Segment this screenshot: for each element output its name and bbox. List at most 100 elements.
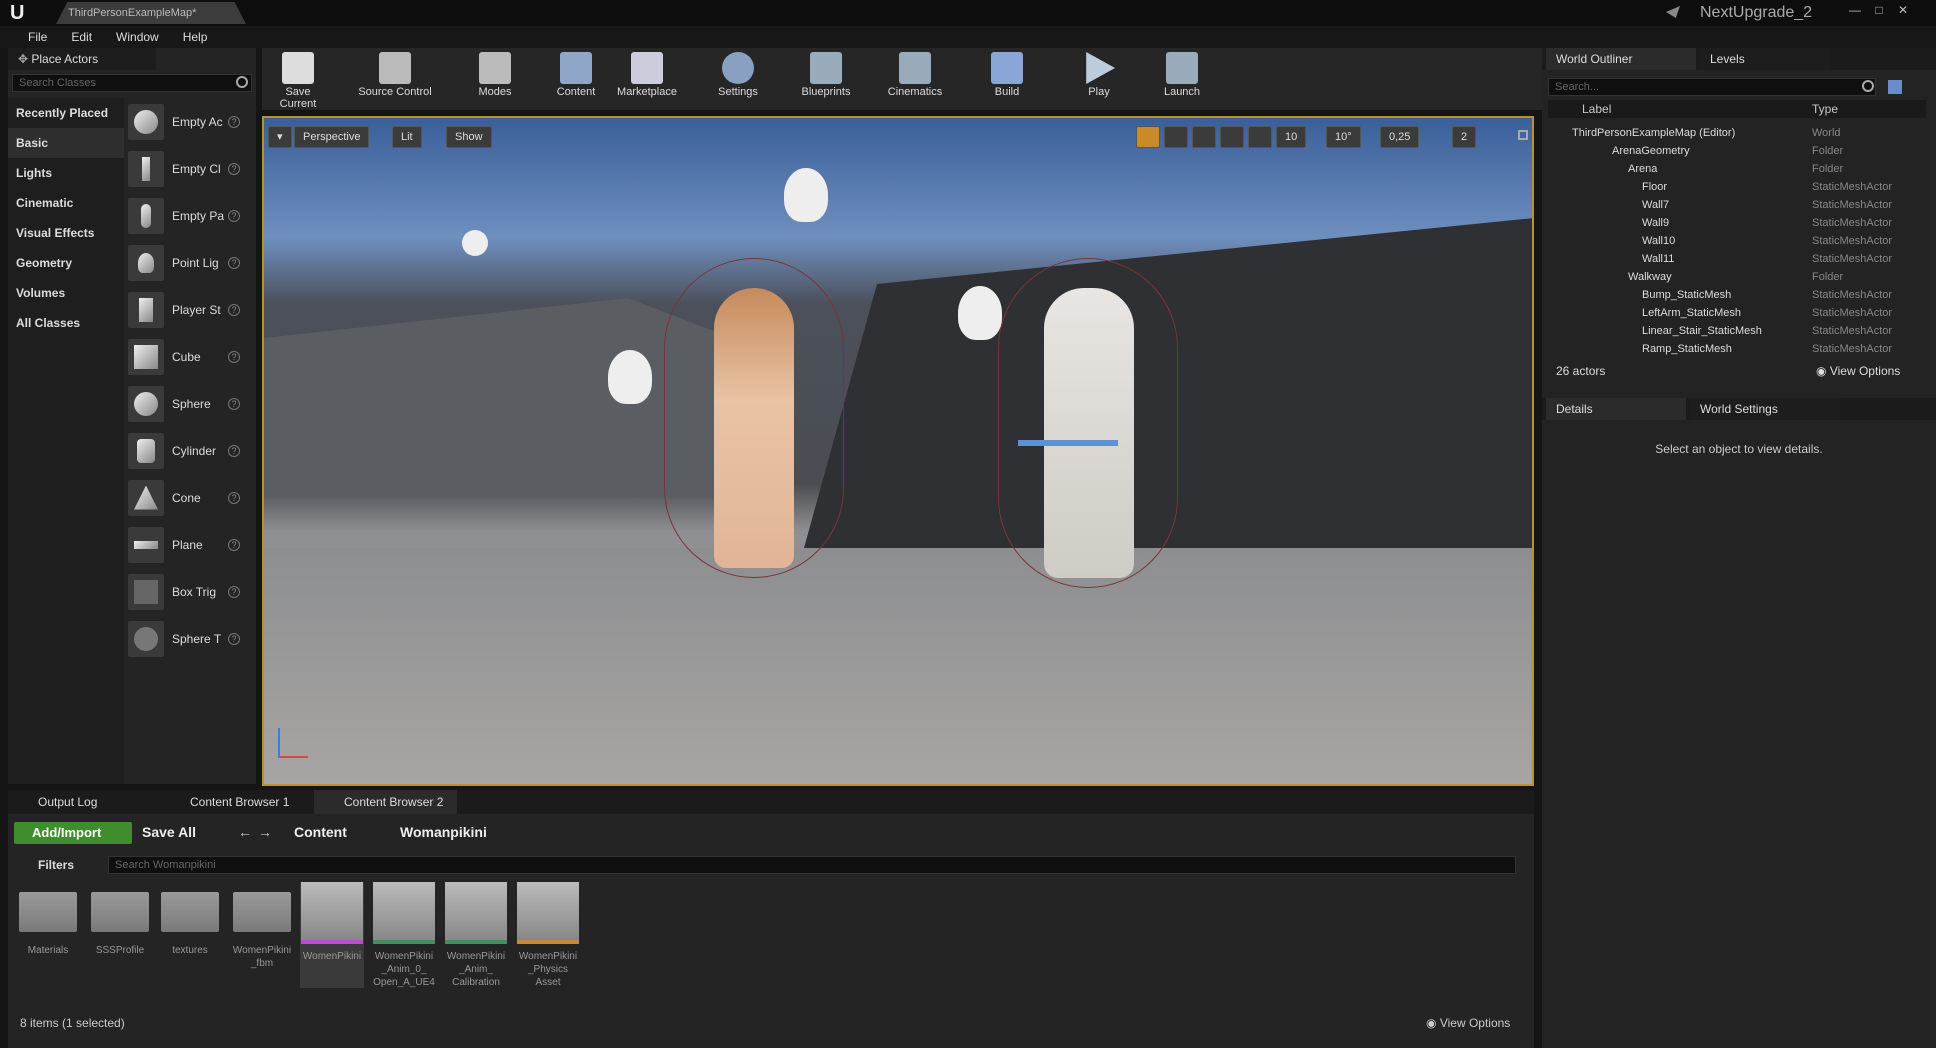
column-label[interactable]: Label [1582,102,1611,116]
asset-tile[interactable]: WomenPikini _Physics Asset [516,882,580,989]
asset-tile[interactable]: textures [158,882,222,957]
cinematics-button[interactable]: Cinematics [870,48,960,110]
woman-character[interactable] [714,288,794,568]
asset-tile[interactable]: WomenPikini _fbm [230,882,294,970]
surface-snap-icon[interactable] [1248,126,1272,148]
content-button[interactable]: Content [546,48,606,110]
maximize-icon[interactable]: □ [1868,2,1890,18]
actor-item[interactable]: Empty Cl? [128,145,256,192]
menu-help[interactable]: Help [171,26,220,48]
search-input[interactable]: Search Classes [12,74,252,92]
tab-content-browser-2[interactable]: Content Browser 2 [314,790,458,814]
tab-place-actors[interactable]: ✥ Place Actors [8,48,156,70]
actor-item[interactable]: Plane? [128,521,256,568]
menu-window[interactable]: Window [104,26,171,48]
outliner-row[interactable]: LeftArm_StaticMesh StaticMeshActor [1548,304,1926,322]
help-icon[interactable]: ? [228,444,240,457]
point-light-bulb-icon[interactable] [784,168,828,222]
actor-item[interactable]: Cylinder? [128,427,256,474]
help-icon[interactable]: ? [228,303,240,316]
asset-tile[interactable]: SSSProfile [88,882,152,957]
outliner-row[interactable]: Floor StaticMeshActor [1548,178,1926,196]
forward-icon[interactable]: → [258,824,272,840]
add-filter-icon[interactable] [1888,80,1902,94]
category-volumes[interactable]: Volumes [8,278,124,308]
outliner-row[interactable]: ArenaGeometry Folder [1548,142,1926,160]
point-light-bulb-icon[interactable] [608,350,652,404]
settings-button[interactable]: Settings [698,48,778,110]
asset-tile[interactable]: WomenPikini _Anim_0_ Open_A_UE4 [372,882,436,989]
build-button[interactable]: Build [972,48,1042,110]
category-all-classes[interactable]: All Classes [8,308,124,338]
content-view-options[interactable]: ◉ View Options [1426,1016,1510,1030]
camera-speed-value[interactable]: 2 [1452,126,1477,148]
column-type[interactable]: Type [1812,102,1838,116]
grid-snap-value[interactable]: 10 [1276,126,1307,148]
outliner-search-input[interactable]: Search... [1548,78,1876,96]
lit-button[interactable]: Lit [392,126,422,148]
help-icon[interactable]: ? [228,538,240,551]
tab-content-browser-1[interactable]: Content Browser 1 [160,790,303,814]
outliner-row[interactable]: Walkway Folder [1548,268,1926,286]
content-search-input[interactable]: Search Womanpikini [108,856,1516,874]
save-current-button[interactable]: Save Current [266,48,330,110]
category-visual-effects[interactable]: Visual Effects [8,218,124,248]
path-content[interactable]: Content [294,824,347,840]
help-icon[interactable]: ? [228,632,240,645]
feedback-icon[interactable] [1666,6,1680,18]
translate-icon[interactable] [1136,126,1160,148]
scale-snap-value[interactable]: 0,25 [1380,126,1420,148]
asset-tile[interactable]: WomenPikini _Anim_ Calibration [444,882,508,989]
tab-levels[interactable]: Levels [1700,48,1830,70]
actor-item[interactable]: Cube? [128,333,256,380]
asset-tile-selected[interactable]: WomenPikini [300,882,364,988]
category-lights[interactable]: Lights [8,158,124,188]
close-icon[interactable]: ✕ [1892,2,1914,18]
help-icon[interactable]: ? [228,209,240,222]
actor-item[interactable]: Cone? [128,474,256,521]
launch-button[interactable]: Launch [1142,48,1222,110]
minimize-icon[interactable]: — [1844,2,1866,18]
outliner-row[interactable]: Linear_Stair_StaticMesh StaticMeshActor [1548,322,1926,340]
help-icon[interactable]: ? [228,585,240,598]
blueprints-button[interactable]: Blueprints [786,48,866,110]
menu-file[interactable]: File [16,26,59,48]
outliner-row[interactable]: ThirdPersonExampleMap (Editor) World [1548,124,1926,142]
actor-item[interactable]: Sphere? [128,380,256,427]
mannequin-character[interactable] [1044,288,1134,578]
outliner-row[interactable]: Wall11 StaticMeshActor [1548,250,1926,268]
outliner-row[interactable]: Arena Folder [1548,160,1926,178]
outliner-row[interactable]: Ramp_StaticMesh StaticMeshActor [1548,340,1926,358]
outliner-row[interactable]: Wall7 StaticMeshActor [1548,196,1926,214]
point-light-bulb-icon[interactable] [958,286,1002,340]
category-recently-placed[interactable]: Recently Placed [8,98,124,128]
tab-world-settings[interactable]: World Settings [1690,398,1840,420]
outliner-row[interactable]: Bump_StaticMesh StaticMeshActor [1548,286,1926,304]
category-cinematic[interactable]: Cinematic [8,188,124,218]
path-womanpikini[interactable]: Womanpikini [400,824,487,840]
directional-light-icon[interactable] [462,230,488,256]
marketplace-button[interactable]: Marketplace [608,48,686,110]
outliner-row[interactable]: Wall9 StaticMeshActor [1548,214,1926,232]
level-viewport[interactable]: ▾ Perspective Lit Show 10 10° 0,25 2 [262,116,1534,786]
actor-item[interactable]: Player St? [128,286,256,333]
viewport-options-button[interactable]: ▾ [268,126,292,148]
menu-edit[interactable]: Edit [59,26,104,48]
outliner-row[interactable]: Wall10 StaticMeshActor [1548,232,1926,250]
play-button[interactable]: Play [1064,48,1134,110]
search-classes-field[interactable]: Search Classes [12,74,252,92]
show-button[interactable]: Show [446,126,492,148]
maximize-viewport-icon[interactable] [1518,130,1528,140]
modes-button[interactable]: Modes [460,48,530,110]
tab-details[interactable]: Details [1546,398,1686,420]
help-icon[interactable]: ? [228,491,240,504]
help-icon[interactable]: ? [228,256,240,269]
actor-item[interactable]: Empty Ac? [128,98,256,145]
rotate-icon[interactable] [1164,126,1188,148]
help-icon[interactable]: ? [228,162,240,175]
filters-button[interactable]: Filters [38,858,74,872]
perspective-button[interactable]: Perspective [294,126,370,148]
help-icon[interactable]: ? [228,350,240,363]
rotation-snap-value[interactable]: 10° [1326,126,1361,148]
add-import-button[interactable]: Add/Import [14,822,132,844]
